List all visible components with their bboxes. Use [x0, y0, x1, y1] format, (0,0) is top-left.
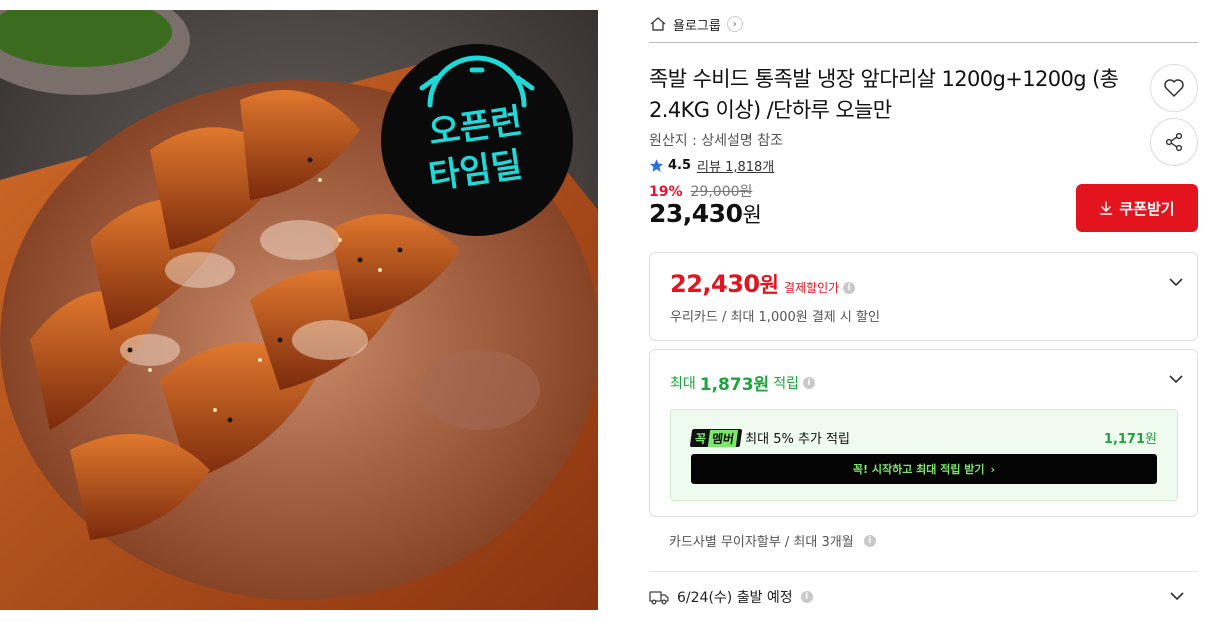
product-photo-illustration: 오픈런 타임딜: [0, 10, 598, 610]
start-membership-button[interactable]: 꼭! 시작하고 최대 적립 받기 ›: [691, 454, 1157, 484]
points-suffix: 적립: [773, 375, 799, 392]
product-title: 족발 수비드 통족발 냉장 앞다리살 1200g+1200g (총 2.4KG …: [649, 67, 1119, 122]
payment-price-unit: 원: [759, 273, 779, 297]
heart-icon: [1164, 79, 1184, 97]
info-icon[interactable]: i: [863, 534, 876, 547]
seller-name: 욜로그룹: [673, 18, 721, 34]
points-box: 최대 1,873원 적립 i 꼭 멤버 최대 5% 추가 적립 1,171원 꼭…: [649, 349, 1198, 517]
share-button[interactable]: [1150, 118, 1198, 166]
payment-discount-box[interactable]: 22,430원 결제할인가 i 우리카드 / 최대 1,000원 결제 시 할인: [649, 252, 1198, 341]
review-count-link[interactable]: 리뷰 1,818개: [697, 156, 774, 175]
sale-price-unit: 원: [742, 203, 762, 227]
member-badge-tail: 멤버: [707, 429, 739, 446]
member-benefit-row: 꼭 멤버 최대 5% 추가 적립: [689, 428, 850, 447]
installment-text: 카드사별 무이자할부 / 최대 3개월: [669, 535, 854, 550]
truck-icon: [649, 591, 669, 605]
rating-summary[interactable]: 4.5 리뷰 1,818개: [649, 156, 774, 175]
seller-link[interactable]: 욜로그룹 ›: [649, 13, 743, 35]
card-discount-note: 우리카드 / 최대 1,000원 결제 시 할인: [670, 310, 880, 325]
chevron-right-icon: ›: [726, 16, 743, 32]
start-membership-label: 꼭! 시작하고 최대 적립 받기: [852, 463, 985, 476]
discount-rate: 19%: [649, 184, 683, 200]
payment-label-text: 결제할인가: [784, 281, 840, 295]
member-badge: 꼭 멤버: [689, 428, 743, 447]
chevron-down-icon[interactable]: [1168, 587, 1186, 605]
download-icon: [1100, 201, 1113, 215]
wishlist-button[interactable]: [1150, 64, 1198, 112]
chevron-down-icon[interactable]: [1167, 370, 1185, 388]
max-points: 최대 1,873원 적립 i: [670, 370, 815, 395]
rating-score: 4.5: [668, 158, 692, 173]
installment-info: 카드사별 무이자할부 / 최대 3개월 i: [669, 531, 876, 550]
product-page: 오픈런 타임딜 욜로그룹 › 족발 수비드 통족발 냉장 앞다리살 1200g+…: [0, 0, 1219, 623]
info-icon[interactable]: i: [843, 281, 856, 294]
divider: [649, 571, 1198, 572]
points-amount: 1,873원: [699, 375, 770, 395]
payment-discount-label: 결제할인가 i: [784, 279, 856, 296]
member-amount-value: 1,171: [1103, 432, 1146, 447]
info-icon[interactable]: i: [802, 376, 815, 389]
member-points-amount: 1,171원: [1104, 428, 1157, 447]
shipping-text: 6/24(수) 출발 예정: [677, 590, 793, 606]
payment-discount-price: 22,430원: [670, 269, 779, 299]
chevron-right-icon: ›: [990, 462, 996, 476]
product-image[interactable]: 오픈런 타임딜: [0, 10, 598, 610]
payment-price-value: 22,430: [670, 270, 760, 298]
sale-price-value: 23,430: [649, 199, 743, 228]
member-benefit-box: 꼭 멤버 최대 5% 추가 적립 1,171원 꼭! 시작하고 최대 적립 받기 …: [670, 409, 1178, 501]
shipping-info[interactable]: 6/24(수) 출발 예정 i: [649, 587, 1198, 607]
coupon-download-button[interactable]: 쿠폰받기: [1076, 184, 1198, 232]
divider: [649, 42, 1198, 43]
sale-price: 23,430원: [649, 199, 762, 229]
coupon-label: 쿠폰받기: [1119, 199, 1175, 218]
original-price: 29,000원: [690, 184, 753, 200]
home-icon: [650, 17, 666, 31]
star-icon: [649, 159, 664, 172]
origin-info: 원산지 : 상세설명 참조: [649, 133, 783, 149]
member-benefit-text: 최대 5% 추가 적립: [745, 432, 850, 447]
points-prefix: 최대: [670, 375, 696, 392]
chevron-down-icon[interactable]: [1167, 273, 1185, 291]
discount-row: 19% 29,000원: [649, 181, 752, 201]
member-amount-unit: 원: [1145, 432, 1157, 447]
info-icon[interactable]: i: [800, 591, 813, 603]
member-badge-text: 꼭: [693, 431, 707, 445]
share-icon: [1165, 132, 1183, 152]
